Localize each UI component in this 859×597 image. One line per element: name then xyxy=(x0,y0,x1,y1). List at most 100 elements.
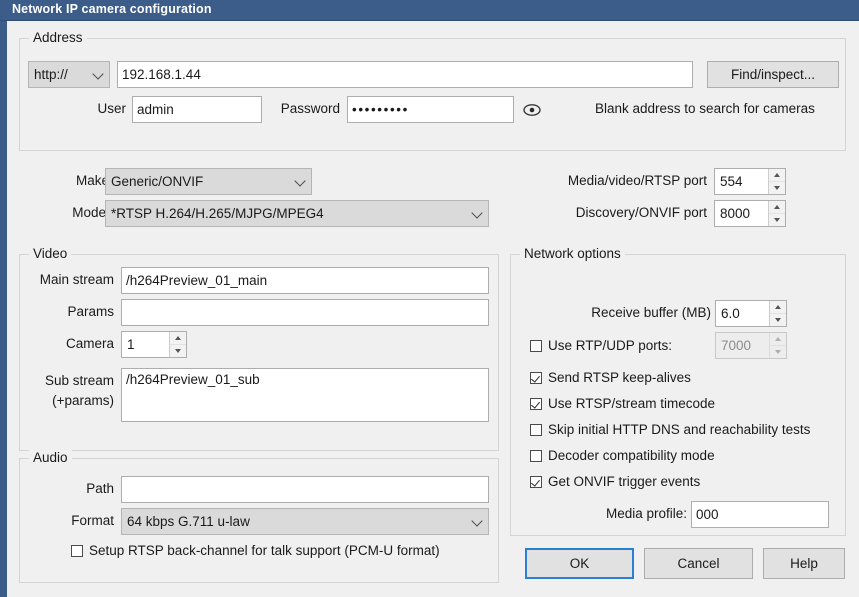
backchannel-checkbox[interactable]: Setup RTSP back-channel for talk support… xyxy=(71,543,440,558)
password-label: Password xyxy=(210,101,340,116)
ok-button[interactable]: OK xyxy=(525,548,634,579)
onvif-port-spin-up[interactable] xyxy=(769,201,785,213)
decoder-compatibility-checkbox-label: Decoder compatibility mode xyxy=(548,448,715,463)
camera-value: 1 xyxy=(127,337,135,352)
checkbox-box xyxy=(530,476,542,488)
make-combobox-value: Generic/ONVIF xyxy=(111,174,203,189)
send-keepalives-checkbox-label: Send RTSP keep-alives xyxy=(548,370,691,385)
address-hint-text: Blank address to search for cameras xyxy=(595,101,845,116)
audio-path-label: Path xyxy=(18,481,114,496)
dialog-client-area: Address http:// 192.168.1.44 Find/inspec… xyxy=(7,21,859,597)
receive-buffer-value: 6.0 xyxy=(721,306,740,321)
audio-format-value: 64 kbps G.711 u-law xyxy=(127,514,250,529)
video-group-legend: Video xyxy=(29,246,71,261)
rtsp-port-spin-down[interactable] xyxy=(769,181,785,194)
host-address-input[interactable]: 192.168.1.44 xyxy=(117,61,693,88)
chevron-down-icon xyxy=(294,175,305,186)
rtsp-port-label: Media/video/RTSP port xyxy=(467,173,707,188)
audio-format-label: Format xyxy=(18,513,114,528)
onvif-triggers-checkbox-label: Get ONVIF trigger events xyxy=(548,474,700,489)
sub-stream-value: /h264Preview_01_sub xyxy=(126,373,260,387)
skip-dns-tests-checkbox[interactable]: Skip initial HTTP DNS and reachability t… xyxy=(530,422,810,437)
skip-dns-tests-checkbox-label: Skip initial HTTP DNS and reachability t… xyxy=(548,422,810,437)
checkbox-box xyxy=(530,424,542,436)
rtsp-port-spinner[interactable]: 554 xyxy=(714,168,786,195)
rtsp-port-spinner-buttons[interactable] xyxy=(768,169,785,194)
use-timecode-checkbox[interactable]: Use RTSP/stream timecode xyxy=(530,396,715,411)
scheme-combobox[interactable]: http:// xyxy=(28,61,110,88)
receive-buffer-spin-down[interactable] xyxy=(770,313,786,326)
onvif-port-spinner-buttons[interactable] xyxy=(768,201,785,226)
checkbox-box xyxy=(530,450,542,462)
camera-spinner[interactable]: 1 xyxy=(121,331,187,358)
scheme-combobox-value: http:// xyxy=(34,67,68,82)
camera-spinner-buttons[interactable] xyxy=(169,332,186,357)
window-left-accent-rail xyxy=(0,21,7,597)
chevron-down-icon xyxy=(92,68,103,79)
make-label: Make xyxy=(17,173,109,188)
main-stream-input[interactable]: /h264Preview_01_main xyxy=(121,267,489,294)
make-combobox[interactable]: Generic/ONVIF xyxy=(105,168,312,195)
sub-stream-label-line2: (+params) xyxy=(18,393,114,408)
checkbox-box xyxy=(71,545,83,557)
params-input[interactable] xyxy=(121,299,489,326)
onvif-port-value: 8000 xyxy=(720,206,750,221)
backchannel-checkbox-label: Setup RTSP back-channel for talk support… xyxy=(89,543,440,558)
audio-path-input[interactable] xyxy=(121,476,489,503)
network-options-group-legend: Network options xyxy=(520,246,625,261)
cancel-button[interactable]: Cancel xyxy=(644,548,753,579)
receive-buffer-spinner-buttons[interactable] xyxy=(769,301,786,326)
send-keepalives-checkbox[interactable]: Send RTSP keep-alives xyxy=(530,370,691,385)
camera-spin-down[interactable] xyxy=(170,344,186,357)
audio-group: Audio Path Format 64 kbps G.711 u-law Se… xyxy=(19,458,499,583)
rtsp-port-spin-up[interactable] xyxy=(769,169,785,181)
onvif-port-spin-down[interactable] xyxy=(769,213,785,226)
find-inspect-button-label: Find/inspect... xyxy=(731,67,815,82)
help-button-label: Help xyxy=(790,556,818,571)
media-profile-input[interactable]: 000 xyxy=(691,501,829,528)
address-group: Address http:// 192.168.1.44 Find/inspec… xyxy=(19,38,846,151)
rtp-udp-port-spinner-buttons xyxy=(769,333,786,358)
checkbox-box xyxy=(530,398,542,410)
rtp-udp-port-spin-up xyxy=(770,333,786,345)
find-inspect-button[interactable]: Find/inspect... xyxy=(707,61,839,88)
camera-spin-up[interactable] xyxy=(170,332,186,344)
checkbox-box xyxy=(530,340,542,352)
ok-button-label: OK xyxy=(570,556,590,571)
main-stream-value: /h264Preview_01_main xyxy=(126,274,267,288)
rtp-udp-port-spinner: 7000 xyxy=(715,332,787,359)
eye-icon[interactable] xyxy=(523,101,541,119)
address-group-legend: Address xyxy=(29,30,87,45)
password-value: ••••••••• xyxy=(352,103,409,117)
onvif-triggers-checkbox[interactable]: Get ONVIF trigger events xyxy=(530,474,700,489)
cancel-button-label: Cancel xyxy=(677,556,719,571)
password-input[interactable]: ••••••••• xyxy=(347,96,514,123)
media-profile-label: Media profile: xyxy=(551,506,687,521)
receive-buffer-spinner[interactable]: 6.0 xyxy=(715,300,787,327)
camera-label: Camera xyxy=(18,336,114,351)
help-button[interactable]: Help xyxy=(763,548,845,579)
network-options-group: Network options Receive buffer (MB) 6.0 … xyxy=(510,254,846,536)
chevron-down-icon xyxy=(471,515,482,526)
user-label: User xyxy=(48,101,126,116)
rtp-udp-port-spin-down xyxy=(770,345,786,358)
model-combobox[interactable]: *RTSP H.264/H.265/MJPG/MPEG4 xyxy=(105,200,489,227)
rtp-udp-port-value: 7000 xyxy=(721,338,751,353)
audio-format-combobox[interactable]: 64 kbps G.711 u-law xyxy=(121,508,489,535)
checkbox-box xyxy=(530,372,542,384)
sub-stream-input[interactable]: /h264Preview_01_sub xyxy=(121,368,489,422)
receive-buffer-spin-up[interactable] xyxy=(770,301,786,313)
host-address-value: 192.168.1.44 xyxy=(122,68,201,82)
decoder-compatibility-checkbox[interactable]: Decoder compatibility mode xyxy=(530,448,715,463)
onvif-port-label: Discovery/ONVIF port xyxy=(467,205,707,220)
model-label: Model xyxy=(17,205,109,220)
params-label: Params xyxy=(18,304,114,319)
use-rtp-udp-checkbox[interactable]: Use RTP/UDP ports: xyxy=(530,338,672,353)
onvif-port-spinner[interactable]: 8000 xyxy=(714,200,786,227)
model-combobox-value: *RTSP H.264/H.265/MJPG/MPEG4 xyxy=(111,206,324,221)
media-profile-value: 000 xyxy=(696,508,719,522)
use-timecode-checkbox-label: Use RTSP/stream timecode xyxy=(548,396,715,411)
main-stream-label: Main stream xyxy=(18,272,114,287)
user-value: admin xyxy=(137,103,174,117)
receive-buffer-label: Receive buffer (MB) xyxy=(515,305,711,320)
